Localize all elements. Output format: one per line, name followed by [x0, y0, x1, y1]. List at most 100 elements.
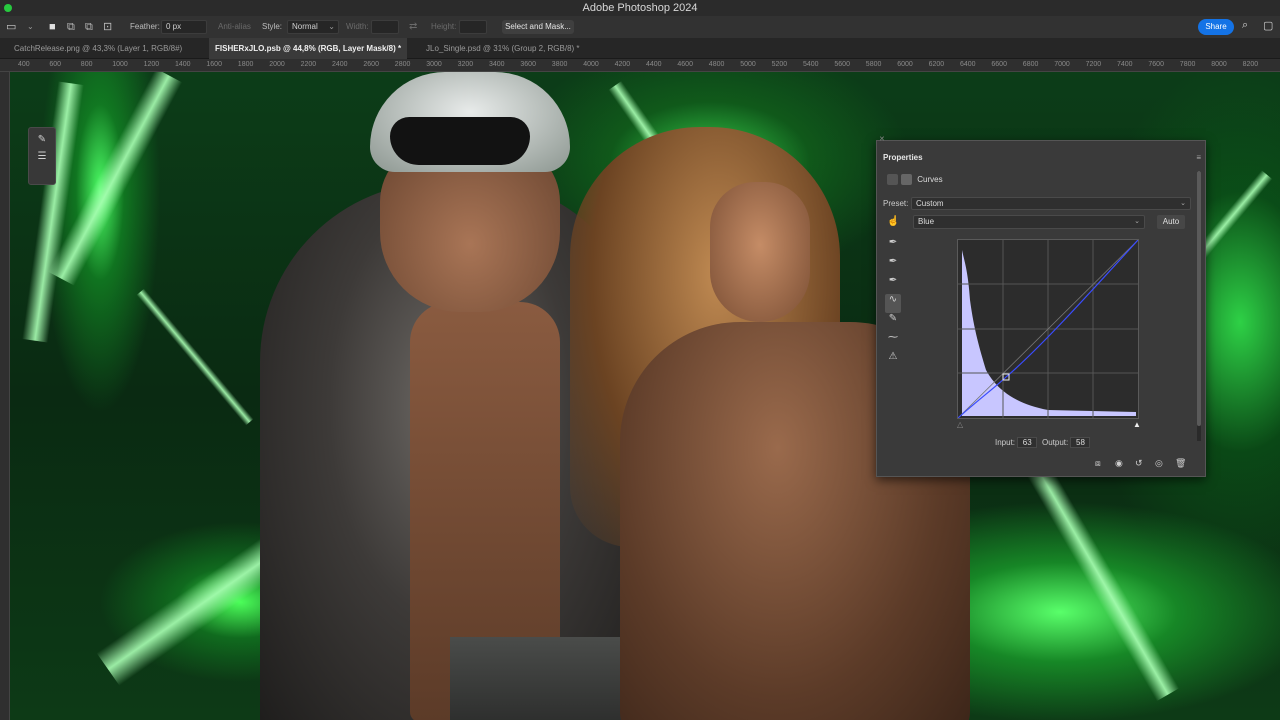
panel-menu-icon[interactable]: ≡ [1196, 153, 1201, 162]
tab-catchrelease[interactable]: CatchRelease.png @ 43,3% (Layer 1, RGB/8… [8, 38, 188, 59]
chevron-down-icon: ⌄ [328, 22, 335, 31]
reset-icon[interactable]: ↺ [1135, 458, 1143, 469]
mask-icon[interactable] [901, 174, 912, 186]
panel-title: Properties [883, 153, 923, 162]
ruler-label: 4600 [677, 61, 693, 68]
hand-target-icon[interactable]: ☝ [887, 216, 899, 227]
mini-tool-panel: ✎ ☰ [28, 127, 56, 185]
width-label: Width: [346, 22, 369, 31]
ruler-label: 7000 [1054, 61, 1070, 68]
ruler-label: 1800 [237, 61, 254, 68]
new-selection-icon[interactable]: ■ [49, 16, 56, 38]
document-tabs: CatchRelease.png @ 43,3% (Layer 1, RGB/8… [0, 38, 1280, 59]
ruler-label: 6200 [928, 61, 945, 68]
eyedropper-gray-icon[interactable]: ✒ [885, 256, 901, 275]
histogram [962, 250, 1136, 416]
marquee-tool-icon[interactable]: ▭ [6, 16, 16, 38]
height-label: Height: [431, 22, 457, 31]
trash-icon[interactable]: 🗑 [1175, 458, 1186, 469]
input-value[interactable]: 63 [1017, 437, 1038, 448]
ruler-label: 2600 [363, 61, 379, 68]
channel-select[interactable]: Blue ⌄ [913, 215, 1145, 229]
vertical-ruler[interactable] [0, 72, 10, 720]
horizontal-ruler[interactable]: 400 600 800 1000 1200 1400 1600 1800 2000 2200 240… [0, 59, 1280, 72]
light-beam [1026, 462, 1180, 702]
input-label-text: Input: [995, 438, 1016, 447]
visibility-icon[interactable]: ◉ [1115, 458, 1123, 469]
search-icon[interactable]: ⌕ [1242, 19, 1248, 32]
pencil-icon[interactable]: ✎ [885, 313, 901, 332]
add-selection-icon[interactable]: ⧉ [67, 16, 75, 38]
ruler-label: 1600 [206, 61, 222, 68]
preset-label: Preset: [883, 199, 909, 208]
title-bar: Adobe Photoshop 2024 [0, 0, 1280, 16]
style-select[interactable]: Normal ⌄ [287, 20, 339, 34]
properties-panel: ✕ Properties ≡ Curves Preset: Custom ⌄ ☝ … [876, 136, 1206, 477]
output-label-text: Output: [1042, 438, 1069, 447]
auto-button[interactable]: Auto [1157, 215, 1185, 229]
ruler-label: 8000 [1211, 61, 1227, 68]
eyedropper-black-icon[interactable]: ✒ [885, 237, 901, 256]
chevron-down-icon: ⌄ [1180, 200, 1186, 207]
window-control-icon[interactable] [4, 4, 12, 12]
clip-layer-icon[interactable]: ⧈ [1095, 458, 1101, 469]
antialias-checkbox-label[interactable]: Anti-alias [218, 16, 251, 38]
smooth-icon[interactable]: ⁓ [885, 332, 901, 351]
ruler-label: 5800 [865, 61, 882, 68]
ruler-label: 1000 [112, 61, 128, 68]
panel-scrollbar[interactable] [1197, 171, 1201, 441]
ruler-label: 5200 [771, 61, 788, 68]
tab-fisherxjlo[interactable]: FISHERxJLO.psb @ 44,8% (RGB, Layer Mask/… [209, 38, 408, 59]
woman-face [710, 182, 810, 322]
eyedropper-white-icon[interactable]: ✒ [885, 275, 901, 294]
width-input[interactable] [371, 20, 399, 34]
chevron-down-icon: ⌄ [1134, 218, 1140, 225]
ruler-label: 4200 [614, 61, 631, 68]
ruler-label: 4800 [708, 61, 725, 68]
ruler-label: 400 [18, 61, 30, 68]
ruler-label: 600 [49, 61, 62, 68]
light-beam [96, 538, 284, 686]
ruler-label: 1200 [143, 61, 160, 68]
workspace-icon[interactable]: ▢ [1263, 19, 1273, 32]
curve-point-icon[interactable]: ∿ [885, 294, 901, 313]
ruler-label: 1400 [175, 61, 191, 68]
close-icon[interactable]: ✕ [879, 135, 885, 143]
ruler-label: 5000 [740, 61, 756, 68]
share-button[interactable]: Share [1198, 19, 1234, 35]
subtract-selection-icon[interactable]: ⧉ [85, 16, 93, 38]
sliders-icon[interactable]: ☰ [29, 151, 55, 162]
properties-header: Properties ≡ [877, 149, 1205, 167]
intersect-selection-icon[interactable]: ⊡ [103, 16, 112, 38]
eye-icon[interactable]: ◎ [1155, 458, 1163, 469]
ruler-label: 7400 [1117, 61, 1133, 68]
white-point-slider[interactable]: ▲ [1133, 420, 1141, 429]
tab-jlo-single[interactable]: JLo_Single.psd @ 31% (Group 2, RGB/8) * [420, 38, 586, 59]
panel-footer: ⧈ ◉ ↺ ◎ 🗑 [877, 456, 1205, 476]
adjustment-row: Curves [887, 173, 943, 187]
man-jeans [450, 637, 630, 720]
tool-preset-chevron-icon[interactable]: ⌄ [27, 16, 34, 38]
curves-graph[interactable] [957, 239, 1139, 419]
output-value[interactable]: 58 [1070, 437, 1091, 448]
ruler-label: 3400 [489, 61, 505, 68]
black-point-slider[interactable]: △ [957, 420, 963, 429]
ruler-label: 7600 [1148, 61, 1164, 68]
feather-input[interactable]: 0 px [161, 20, 207, 34]
height-input[interactable] [459, 20, 487, 34]
curves-icon[interactable] [887, 174, 898, 186]
brush-icon[interactable]: ✎ [29, 134, 55, 145]
ruler-label: 6000 [897, 61, 913, 68]
clipping-warning-icon[interactable]: ⚠ [885, 351, 901, 370]
app-title: Adobe Photoshop 2024 [582, 2, 698, 14]
ruler-label: 2200 [300, 61, 317, 68]
preset-select[interactable]: Custom ⌄ [911, 197, 1191, 210]
swap-icon[interactable]: ⇄ [409, 16, 417, 38]
ruler-label: 3000 [426, 61, 442, 68]
ruler-label: 3800 [551, 61, 568, 68]
input-label: Input: 63 [995, 437, 1038, 448]
select-and-mask-button[interactable]: Select and Mask... [502, 20, 574, 34]
channel-value: Blue [918, 217, 935, 226]
ruler-label: 6400 [960, 61, 976, 68]
preset-value: Custom [916, 199, 944, 208]
